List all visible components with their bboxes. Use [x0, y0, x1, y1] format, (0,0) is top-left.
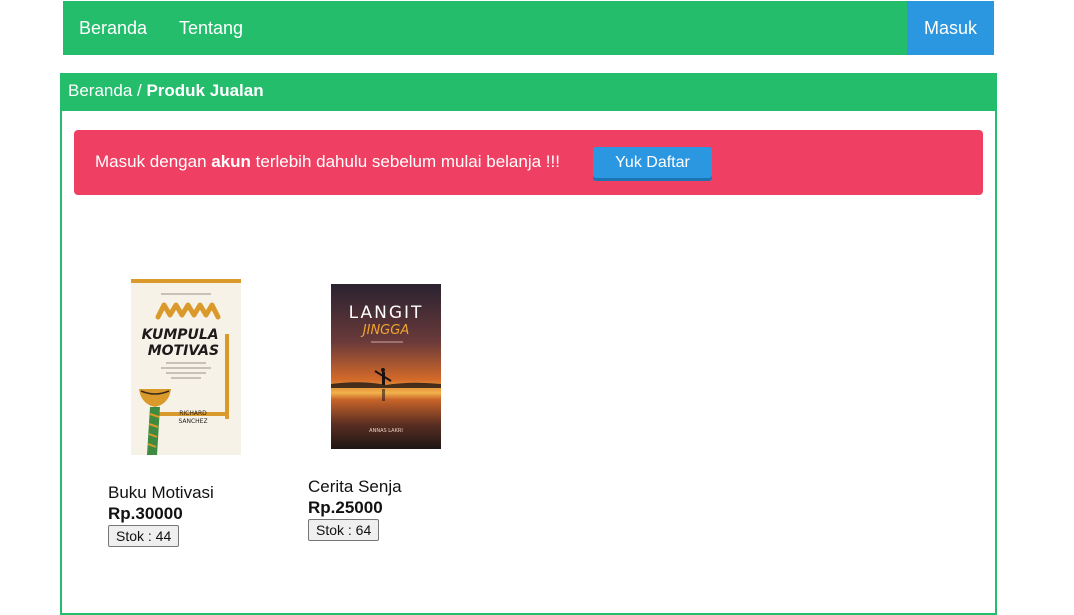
nav-home-link[interactable]: Beranda: [79, 1, 147, 55]
products-panel: Beranda / Produk Jualan Masuk dengan aku…: [60, 73, 997, 615]
signup-button[interactable]: Yuk Daftar: [593, 147, 712, 178]
cover-author-line2: SANCHEZ: [178, 418, 207, 425]
top-navbar: Beranda Tentang Masuk: [63, 1, 994, 55]
nav-about-link[interactable]: Tentang: [179, 1, 243, 55]
login-button[interactable]: Masuk: [907, 1, 994, 55]
product-price: Rp.25000: [308, 498, 383, 517]
product-price: Rp.30000: [108, 504, 183, 523]
alert-text-after: terlebih dahulu sebelum mulai belanja !!…: [250, 152, 560, 171]
cover-title-line2: JINGGA: [360, 323, 409, 338]
cover-title-line1: KUMPULAN: [142, 327, 231, 343]
cover-author-line1: RICHARD: [179, 410, 207, 417]
breadcrumb: Beranda / Produk Jualan: [62, 73, 995, 111]
cover-title-line1: LANGIT: [349, 303, 424, 323]
product-name: Buku Motivasi: [108, 483, 214, 502]
stock-button[interactable]: Stok : 64: [308, 519, 380, 541]
alert-message: Masuk dengan akun terlebih dahulu sebelu…: [95, 152, 560, 172]
breadcrumb-home-link[interactable]: Beranda: [68, 81, 132, 100]
product-name: Cerita Senja: [308, 477, 402, 496]
breadcrumb-current: Produk Jualan: [146, 81, 264, 100]
product-cover-image[interactable]: KUMPULAN MOTIVASI RICHARD SANCHEZ: [131, 279, 241, 455]
alert-text-bold: akun: [211, 152, 251, 171]
login-alert: Masuk dengan akun terlebih dahulu sebelu…: [74, 130, 983, 195]
product-cover-image[interactable]: LANGIT JINGGA ANNAS LAKRI: [331, 284, 441, 449]
cover-author: ANNAS LAKRI: [369, 428, 403, 434]
breadcrumb-separator: /: [132, 81, 147, 100]
cover-title-line2: MOTIVASI: [148, 343, 225, 359]
alert-text-before: Masuk dengan: [95, 152, 212, 171]
stock-button[interactable]: Stok : 44: [108, 525, 180, 547]
